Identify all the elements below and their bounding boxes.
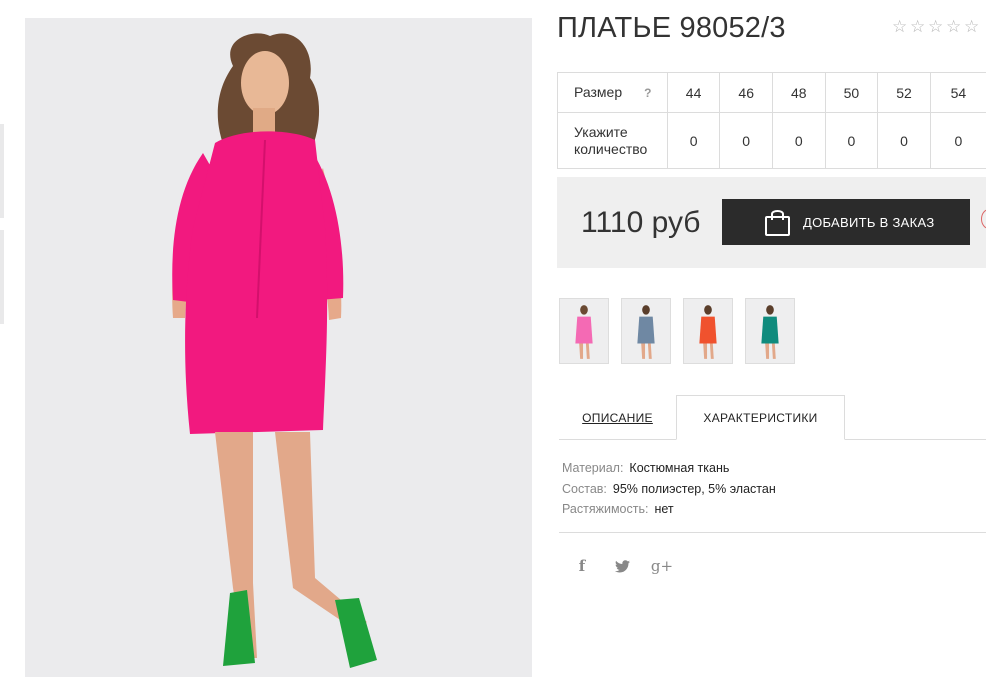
price-value: 1110 руб [581, 206, 701, 239]
quantity-label-line2: количество [574, 140, 648, 157]
gallery-thumb-next[interactable] [0, 230, 4, 324]
characteristic-value: Костюмная ткань [629, 461, 730, 475]
characteristic-row: Состав: 95% полиэстер, 5% эластан [562, 479, 776, 500]
size-54: 54 [929, 72, 986, 113]
divider [559, 532, 986, 533]
gallery-thumb-prev[interactable] [0, 124, 4, 218]
help-icon[interactable]: ? [644, 85, 651, 102]
color-variants [559, 298, 795, 364]
star-icon[interactable]: ☆ [964, 19, 981, 36]
product-title: ПЛАТЬЕ 98052/3 [557, 12, 786, 44]
twitter-icon[interactable] [613, 557, 631, 575]
size-48: 48 [772, 72, 826, 113]
quantity-input-54[interactable]: 0 [929, 112, 986, 169]
star-icon[interactable]: ☆ [946, 19, 963, 36]
color-thumb-coral[interactable] [683, 298, 733, 364]
size-quantity-table: Размер? 44 46 48 50 52 54 Укажите количе… [557, 72, 986, 169]
characteristic-value: нет [654, 502, 674, 516]
product-tabs: ОПИСАНИЕ ХАРАКТЕРИСТИКИ [559, 395, 986, 440]
quantity-label-line1: Укажите [574, 123, 628, 140]
rating-stars[interactable]: ☆ ☆ ☆ ☆ ☆ [892, 19, 981, 36]
add-to-order-label: ДОБАВИТЬ В ЗАКАЗ [803, 214, 935, 230]
size-50: 50 [824, 72, 879, 113]
characteristic-key: Материал: [562, 461, 624, 475]
size-46: 46 [719, 72, 773, 113]
quantity-input-48[interactable]: 0 [772, 112, 826, 169]
quantity-label-cell: Укажите количество [557, 112, 668, 169]
color-thumb-pink[interactable] [559, 298, 609, 364]
add-to-order-button[interactable]: ДОБАВИТЬ В ЗАКАЗ [722, 199, 970, 245]
characteristic-key: Состав: [562, 481, 607, 496]
googleplus-icon[interactable]: g+ [651, 557, 673, 575]
characteristics-list: Материал: Костюмная ткань Состав: 95% поли… [562, 458, 776, 520]
tab-description[interactable]: ОПИСАНИЕ [559, 395, 676, 440]
star-icon[interactable]: ☆ [928, 19, 945, 36]
quantity-input-50[interactable]: 0 [824, 112, 879, 169]
facebook-icon[interactable]: f [573, 557, 591, 575]
shopping-bag-icon [765, 209, 790, 236]
size-label-cell: Размер? [557, 72, 668, 113]
social-share: f g+ [573, 557, 673, 575]
product-main-image [25, 18, 532, 677]
price-panel: 1110 руб ДОБАВИТЬ В ЗАКАЗ [557, 177, 986, 268]
color-thumb-teal[interactable] [745, 298, 795, 364]
quantity-input-46[interactable]: 0 [719, 112, 773, 169]
quantity-input-52[interactable]: 0 [877, 112, 931, 169]
size-44: 44 [666, 72, 721, 113]
star-icon[interactable]: ☆ [910, 19, 927, 36]
star-icon[interactable]: ☆ [892, 19, 909, 36]
characteristic-row: Материал: Костюмная ткань [562, 458, 776, 479]
quantity-input-44[interactable]: 0 [666, 112, 721, 169]
characteristic-row: Растяжимость: нет [562, 499, 776, 520]
color-thumb-grey-blue[interactable] [621, 298, 671, 364]
size-label: Размер [574, 83, 623, 100]
characteristic-key: Растяжимость: [562, 502, 649, 516]
characteristic-value: 95% полиэстер, 5% эластан [612, 481, 776, 496]
tab-characteristics[interactable]: ХАРАКТЕРИСТИКИ [676, 395, 845, 440]
size-52: 52 [877, 72, 931, 113]
